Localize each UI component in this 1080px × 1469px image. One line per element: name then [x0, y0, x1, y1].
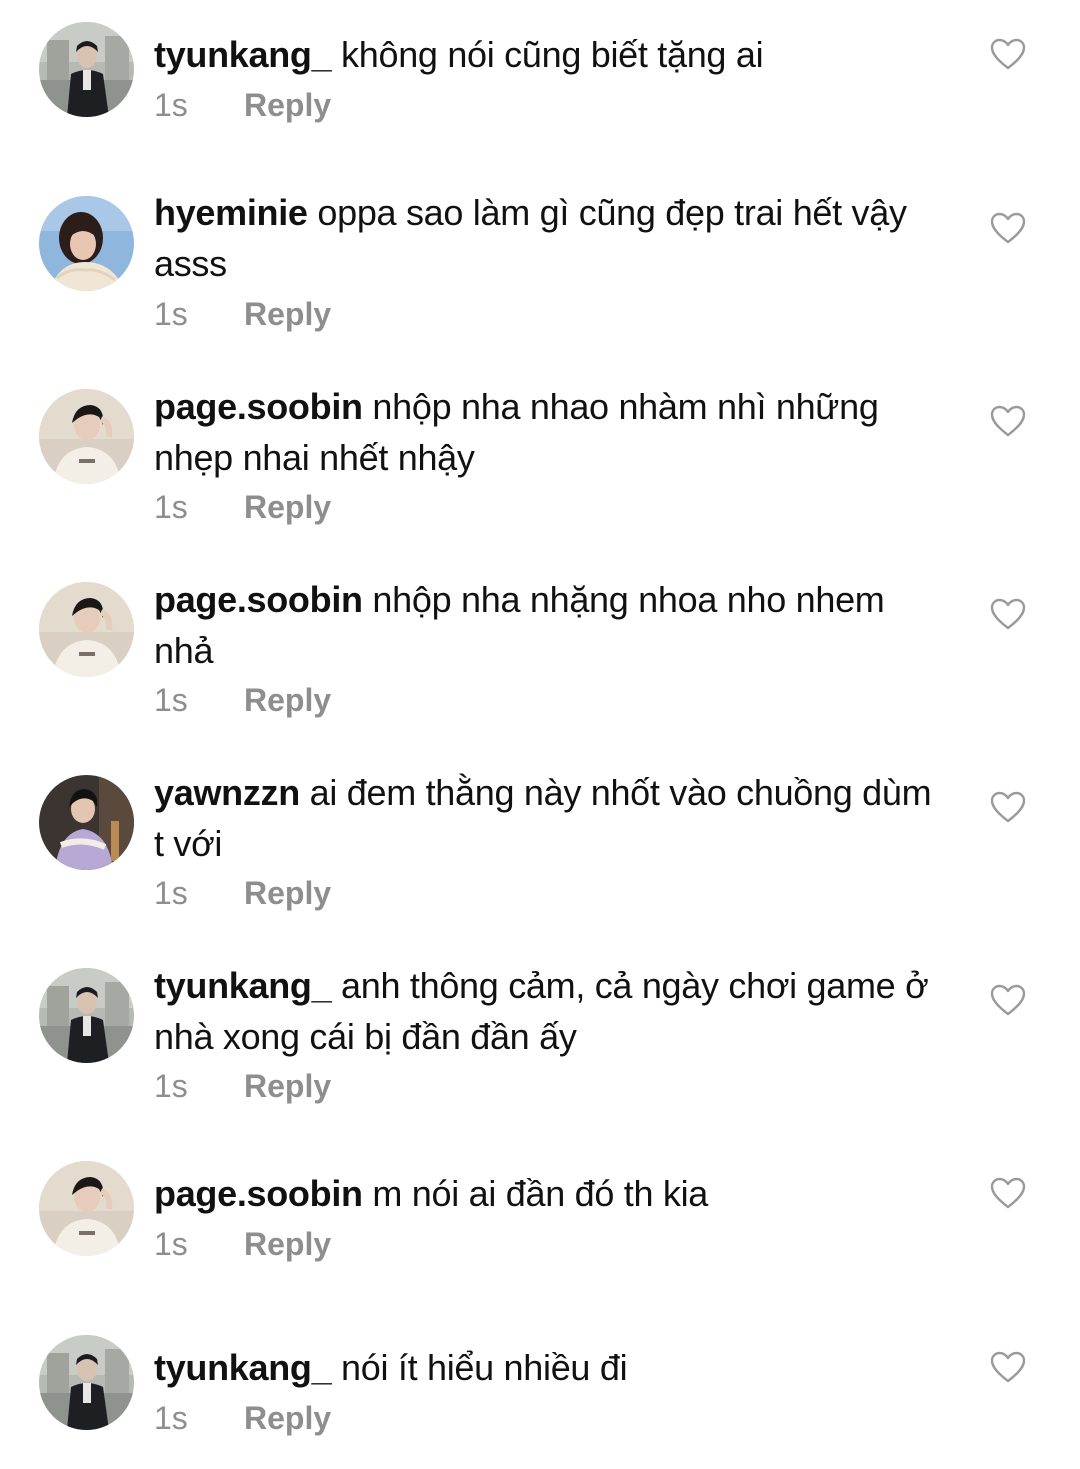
avatar[interactable] — [39, 582, 134, 677]
comment-username[interactable]: tyunkang_ — [154, 34, 332, 75]
comment-time: 1s — [154, 1400, 188, 1436]
heart-outline-icon[interactable] — [990, 1351, 1026, 1383]
heart-outline-icon[interactable] — [990, 984, 1026, 1016]
reply-button[interactable]: Reply — [244, 1068, 331, 1104]
heart-outline-icon[interactable] — [990, 38, 1026, 70]
comment-time: 1s — [154, 1068, 188, 1104]
comment-meta: 1s Reply — [154, 487, 331, 527]
comment-meta: 1s Reply — [154, 85, 331, 125]
comment-username[interactable]: hyeminie — [154, 192, 308, 233]
comment-meta: 1s Reply — [154, 1398, 331, 1438]
reply-button[interactable]: Reply — [244, 87, 331, 123]
reply-button[interactable]: Reply — [244, 682, 331, 718]
comment-time: 1s — [154, 682, 188, 718]
comment-time: 1s — [154, 87, 188, 123]
comment-meta: 1s Reply — [154, 1224, 331, 1264]
comment-text: tyunkang_ không nói cũng biết tặng ai — [154, 29, 944, 80]
comment-text: yawnzzn ai đem thằng này nhốt vào chuồng… — [154, 767, 944, 869]
comment-body: nói ít hiểu nhiều đi — [341, 1347, 628, 1388]
avatar[interactable] — [39, 775, 134, 870]
heart-outline-icon[interactable] — [990, 1177, 1026, 1209]
heart-outline-icon[interactable] — [990, 405, 1026, 437]
comment-username[interactable]: tyunkang_ — [154, 1347, 332, 1388]
heart-outline-icon[interactable] — [990, 791, 1026, 823]
avatar[interactable] — [39, 1161, 134, 1256]
comment-text: tyunkang_ anh thông cảm, cả ngày chơi ga… — [154, 960, 944, 1062]
comment-time: 1s — [154, 489, 188, 525]
avatar[interactable] — [39, 1335, 134, 1430]
comment-meta: 1s Reply — [154, 294, 331, 334]
reply-button[interactable]: Reply — [244, 1226, 331, 1262]
comment-username[interactable]: tyunkang_ — [154, 965, 332, 1006]
comment-meta: 1s Reply — [154, 873, 331, 913]
comment-meta: 1s Reply — [154, 1066, 331, 1106]
comment-username[interactable]: yawnzzn — [154, 772, 300, 813]
comment-body: không nói cũng biết tặng ai — [341, 34, 764, 75]
comment-text: tyunkang_ nói ít hiểu nhiều đi — [154, 1342, 944, 1393]
comment-body: m nói ai đần đó th kia — [372, 1173, 709, 1214]
comment-time: 1s — [154, 1226, 188, 1262]
reply-button[interactable]: Reply — [244, 875, 331, 911]
heart-outline-icon[interactable] — [990, 212, 1026, 244]
comment-time: 1s — [154, 296, 188, 332]
avatar[interactable] — [39, 968, 134, 1063]
comment-text: page.soobin nhộp nha nhao nhàm nhì những… — [154, 381, 944, 483]
reply-button[interactable]: Reply — [244, 489, 331, 525]
comment-username[interactable]: page.soobin — [154, 386, 363, 427]
reply-button[interactable]: Reply — [244, 296, 331, 332]
comment-text: page.soobin m nói ai đần đó th kia — [154, 1168, 944, 1219]
comment-time: 1s — [154, 875, 188, 911]
reply-button[interactable]: Reply — [244, 1400, 331, 1436]
avatar[interactable] — [39, 22, 134, 117]
avatar[interactable] — [39, 389, 134, 484]
comment-text: page.soobin nhộp nha nhặng nhoa nho nhem… — [154, 574, 944, 676]
comment-username[interactable]: page.soobin — [154, 579, 363, 620]
heart-outline-icon[interactable] — [990, 598, 1026, 630]
comment-text: hyeminie oppa sao làm gì cũng đẹp trai h… — [154, 187, 944, 289]
avatar[interactable] — [39, 196, 134, 291]
comment-username[interactable]: page.soobin — [154, 1173, 363, 1214]
comment-meta: 1s Reply — [154, 680, 331, 720]
